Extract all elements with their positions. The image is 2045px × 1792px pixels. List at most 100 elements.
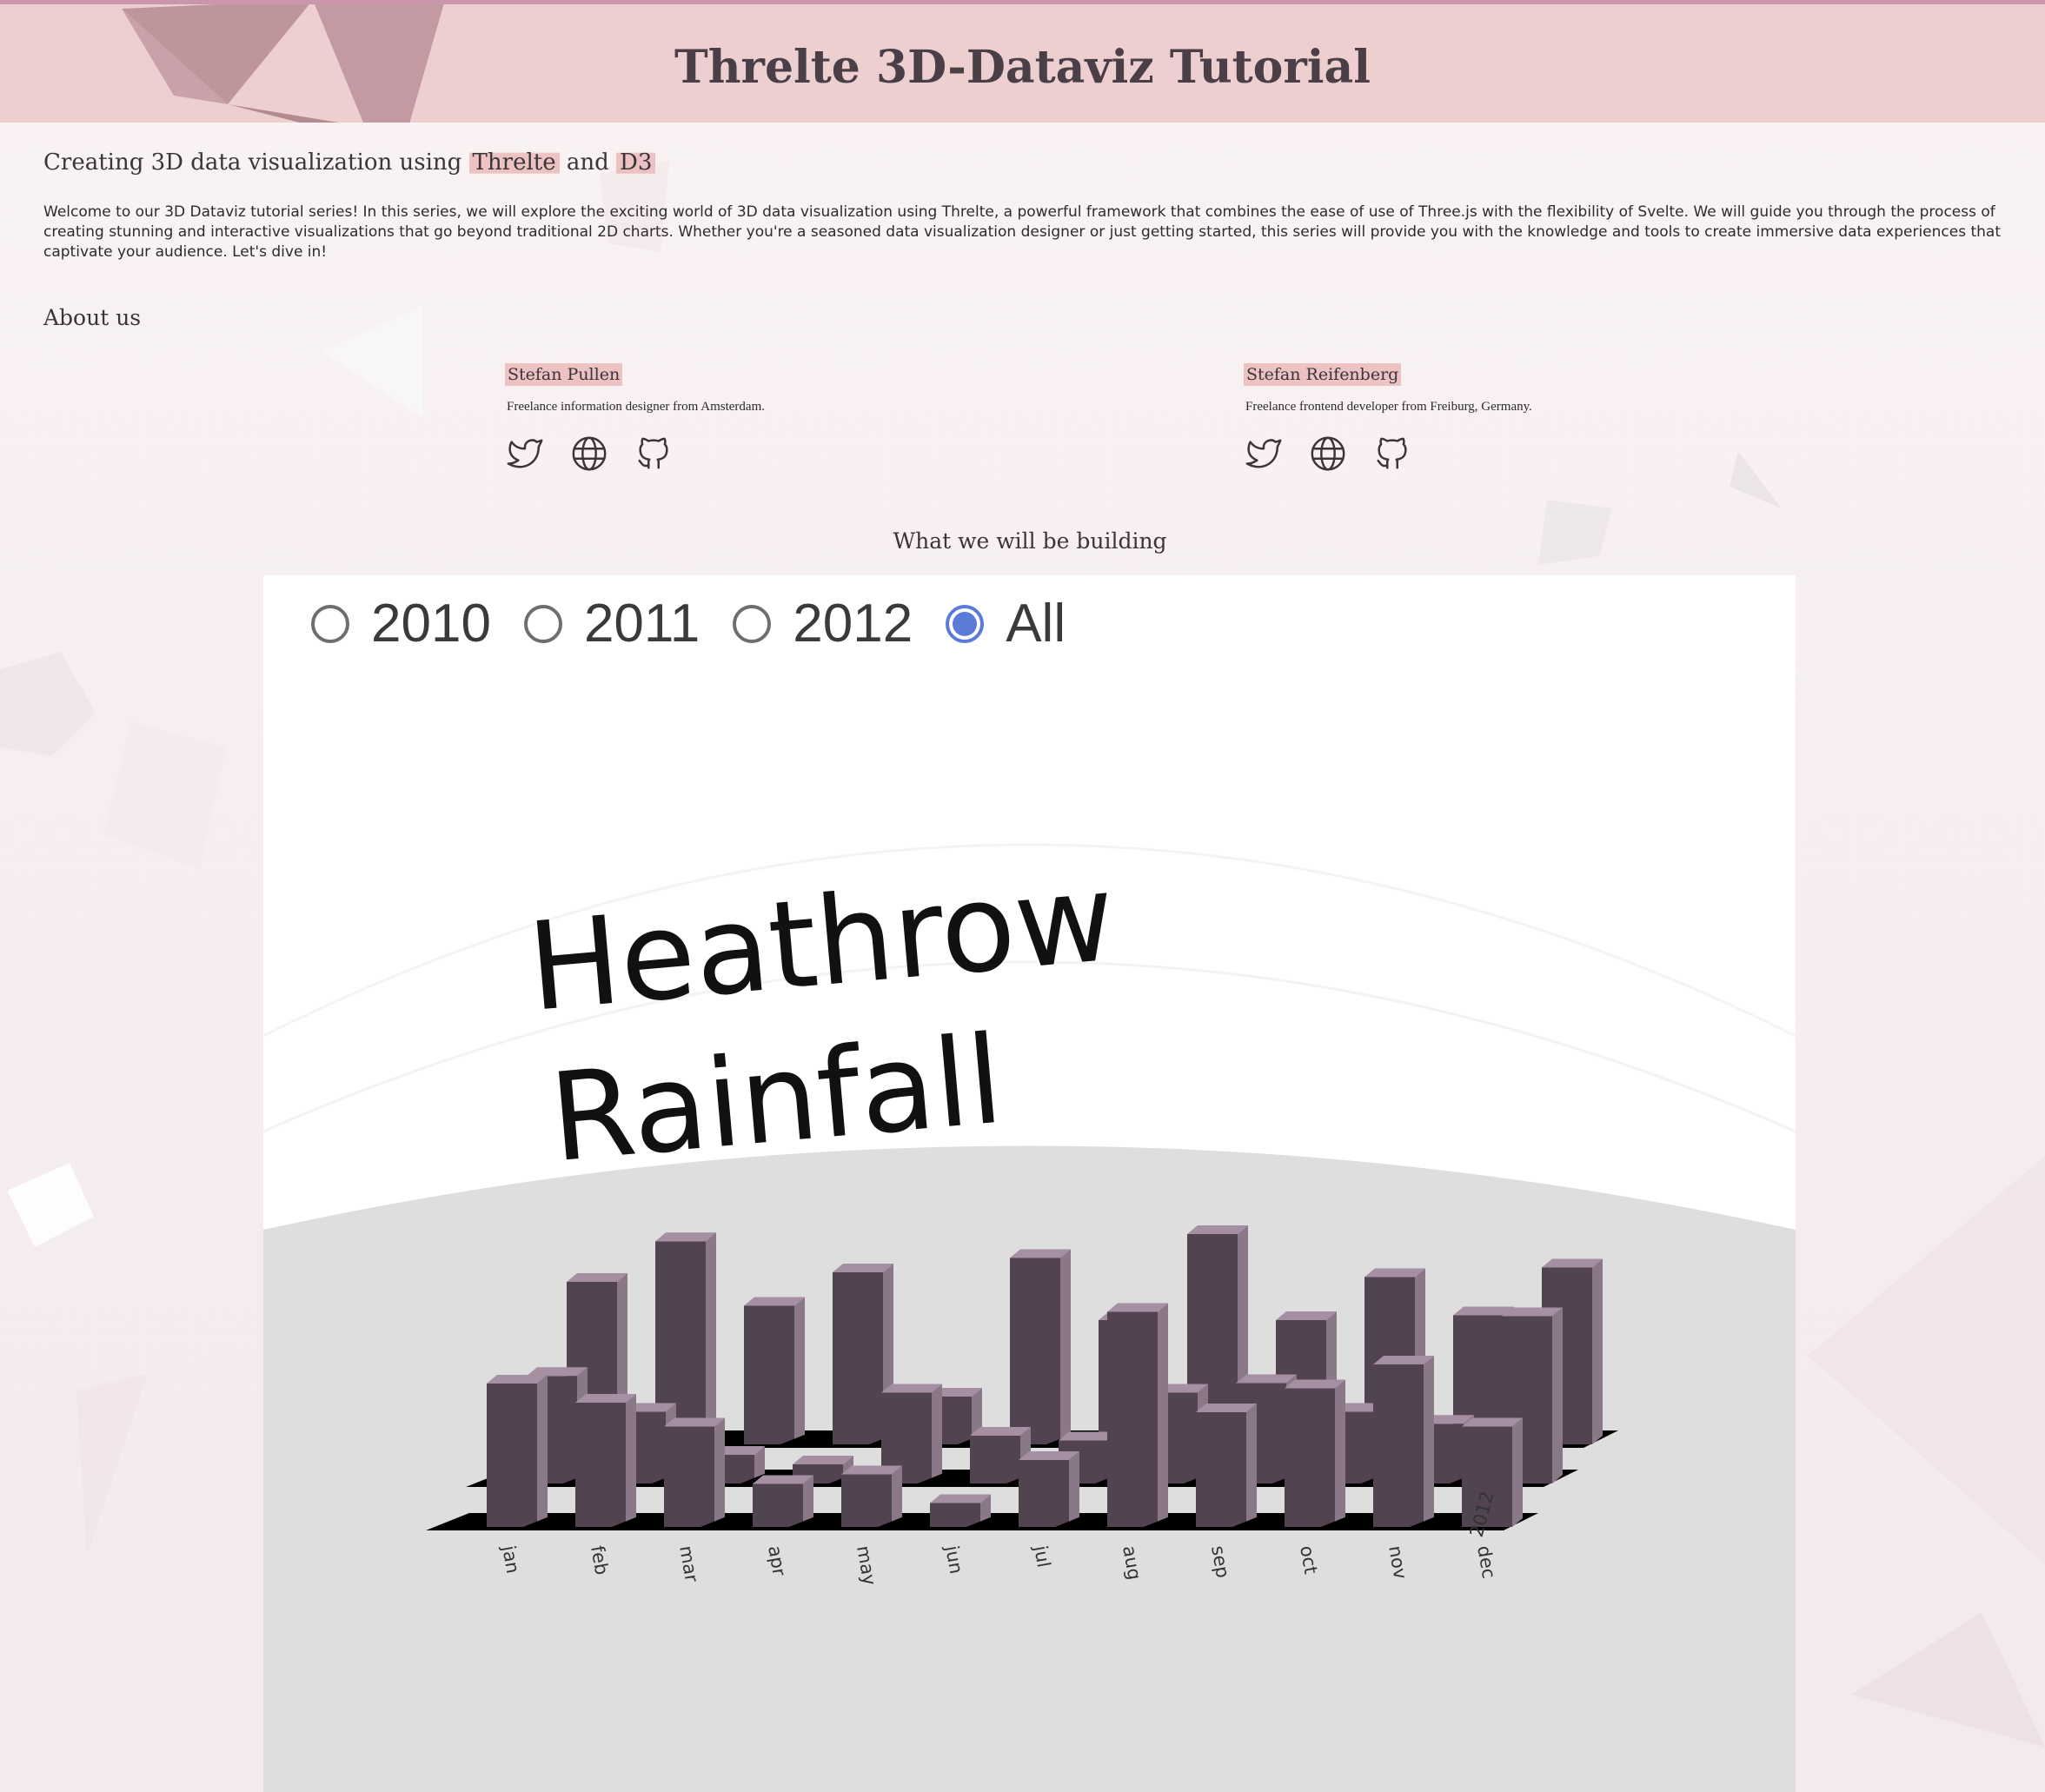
bar-top bbox=[1187, 1225, 1248, 1234]
rainfall-3d-chart[interactable]: HeathrowRainfalljan feb mar apr may jun jul aug… bbox=[263, 575, 1796, 1792]
intro-heading: Creating 3D data visualization using Thr… bbox=[43, 149, 656, 176]
bar-side bbox=[1552, 1307, 1563, 1483]
bar-top bbox=[1373, 1356, 1434, 1364]
author-card: Stefan Pullen Freelance information desi… bbox=[505, 363, 765, 474]
bar-top bbox=[567, 1273, 627, 1282]
bar-front bbox=[1373, 1364, 1424, 1527]
bar-top bbox=[655, 1232, 716, 1242]
globe-icon[interactable] bbox=[569, 434, 609, 474]
bar-side bbox=[626, 1394, 636, 1527]
bar-side bbox=[537, 1375, 548, 1527]
social-links bbox=[505, 434, 765, 474]
author-bio: Freelance information designer from Amst… bbox=[507, 400, 765, 414]
radio-2012[interactable] bbox=[733, 605, 772, 643]
bar-side bbox=[1069, 1451, 1079, 1527]
bar-top bbox=[833, 1264, 893, 1272]
chart-title: HeathrowRainfall bbox=[523, 847, 1120, 1191]
bar-top bbox=[1019, 1451, 1079, 1460]
radio-2010[interactable] bbox=[311, 605, 349, 643]
social-links bbox=[1244, 434, 1532, 474]
year-filter: 2010 2011 2012 All bbox=[311, 597, 1099, 651]
page-title: Threlte 3D-Dataviz Tutorial bbox=[674, 41, 1371, 94]
radio-all[interactable] bbox=[946, 605, 985, 643]
rainfall-visualization[interactable]: Heathrow Rainfall jan feb mar apr may jun jul aug… bbox=[263, 575, 1796, 1792]
year-option-2011[interactable]: 2011 bbox=[523, 594, 700, 654]
bar-side bbox=[1512, 1417, 1523, 1527]
bar-top bbox=[970, 1427, 1031, 1436]
globe-icon[interactable] bbox=[1308, 434, 1348, 474]
bar-top bbox=[664, 1417, 725, 1427]
bar-top bbox=[1462, 1417, 1523, 1427]
bar-top bbox=[1276, 1311, 1337, 1320]
site-header: Threlte 3D-Dataviz Tutorial bbox=[0, 0, 2045, 123]
bar-top bbox=[487, 1375, 548, 1384]
bar-front bbox=[1285, 1388, 1335, 1527]
bar-front bbox=[970, 1436, 1020, 1483]
bar-top bbox=[527, 1367, 588, 1377]
bar-front bbox=[833, 1272, 883, 1444]
author-name: Stefan Pullen bbox=[505, 363, 623, 386]
bar-side bbox=[794, 1297, 805, 1444]
radio-label: All bbox=[1006, 594, 1066, 654]
radio-label: 2011 bbox=[583, 594, 700, 654]
bar-side bbox=[706, 1232, 716, 1444]
bar-top bbox=[753, 1475, 813, 1484]
bar-top bbox=[744, 1297, 805, 1306]
twitter-icon[interactable] bbox=[1244, 434, 1284, 474]
bar-top bbox=[793, 1456, 853, 1464]
month-label: jul bbox=[1030, 1543, 1054, 1570]
bar-side bbox=[1424, 1356, 1434, 1527]
year-option-2012[interactable]: 2012 bbox=[733, 597, 913, 651]
bar-top bbox=[1502, 1307, 1563, 1317]
author-bio: Freelance frontend developer from Freibu… bbox=[1245, 400, 1532, 414]
bar-top bbox=[1285, 1379, 1345, 1389]
bar-top bbox=[1236, 1374, 1297, 1384]
bar-front bbox=[1019, 1460, 1069, 1527]
radio-2011[interactable] bbox=[523, 605, 562, 643]
bar-side bbox=[1335, 1379, 1345, 1527]
bar-side bbox=[1592, 1258, 1603, 1444]
intro-heading-and: and bbox=[559, 149, 617, 176]
twitter-icon[interactable] bbox=[505, 434, 545, 474]
bar-top bbox=[1010, 1249, 1071, 1258]
chart-title-line: Heathrow bbox=[523, 847, 1120, 1039]
radio-label: 2012 bbox=[793, 594, 913, 654]
bar-side bbox=[892, 1465, 902, 1527]
bar-front bbox=[664, 1426, 714, 1527]
bar-front bbox=[1107, 1311, 1158, 1527]
year-option-2010[interactable]: 2010 bbox=[311, 597, 491, 651]
threlte-highlight: Threlte bbox=[468, 149, 560, 176]
bar-top bbox=[1196, 1404, 1257, 1412]
bar-top bbox=[1107, 1303, 1168, 1312]
github-icon[interactable] bbox=[634, 434, 674, 474]
bar-front bbox=[1010, 1258, 1060, 1444]
bar-front bbox=[930, 1503, 980, 1527]
intro-paragraph: Welcome to our 3D Dataviz tutorial serie… bbox=[43, 203, 2001, 261]
bar-top bbox=[575, 1394, 636, 1403]
radio-label: 2010 bbox=[371, 594, 491, 654]
demo-heading: What we will be building bbox=[893, 528, 1167, 554]
bar-front bbox=[487, 1384, 537, 1527]
author-card: Stefan Reifenberg Freelance frontend dev… bbox=[1244, 363, 1532, 474]
bar-top bbox=[930, 1494, 991, 1503]
bar-front bbox=[575, 1403, 626, 1527]
about-heading: About us bbox=[43, 305, 142, 330]
bar-top bbox=[1542, 1258, 1603, 1268]
bar-side bbox=[1246, 1404, 1257, 1527]
bar-top bbox=[841, 1465, 902, 1475]
bar-side bbox=[1158, 1303, 1168, 1527]
d3-highlight: D3 bbox=[616, 149, 656, 176]
bar-front bbox=[753, 1483, 803, 1527]
year-option-all[interactable]: All bbox=[946, 597, 1066, 651]
github-icon[interactable] bbox=[1372, 434, 1412, 474]
bar-front bbox=[841, 1474, 892, 1527]
bar-top bbox=[1364, 1268, 1425, 1278]
intro-heading-prefix: Creating 3D data visualization using bbox=[43, 149, 469, 176]
bar-side bbox=[714, 1417, 725, 1527]
bar-front bbox=[1196, 1412, 1246, 1527]
bar-side bbox=[932, 1384, 942, 1483]
bar-front bbox=[744, 1305, 794, 1444]
author-name: Stefan Reifenberg bbox=[1244, 363, 1402, 386]
bar-side bbox=[1060, 1249, 1071, 1444]
bar-top bbox=[881, 1384, 942, 1393]
